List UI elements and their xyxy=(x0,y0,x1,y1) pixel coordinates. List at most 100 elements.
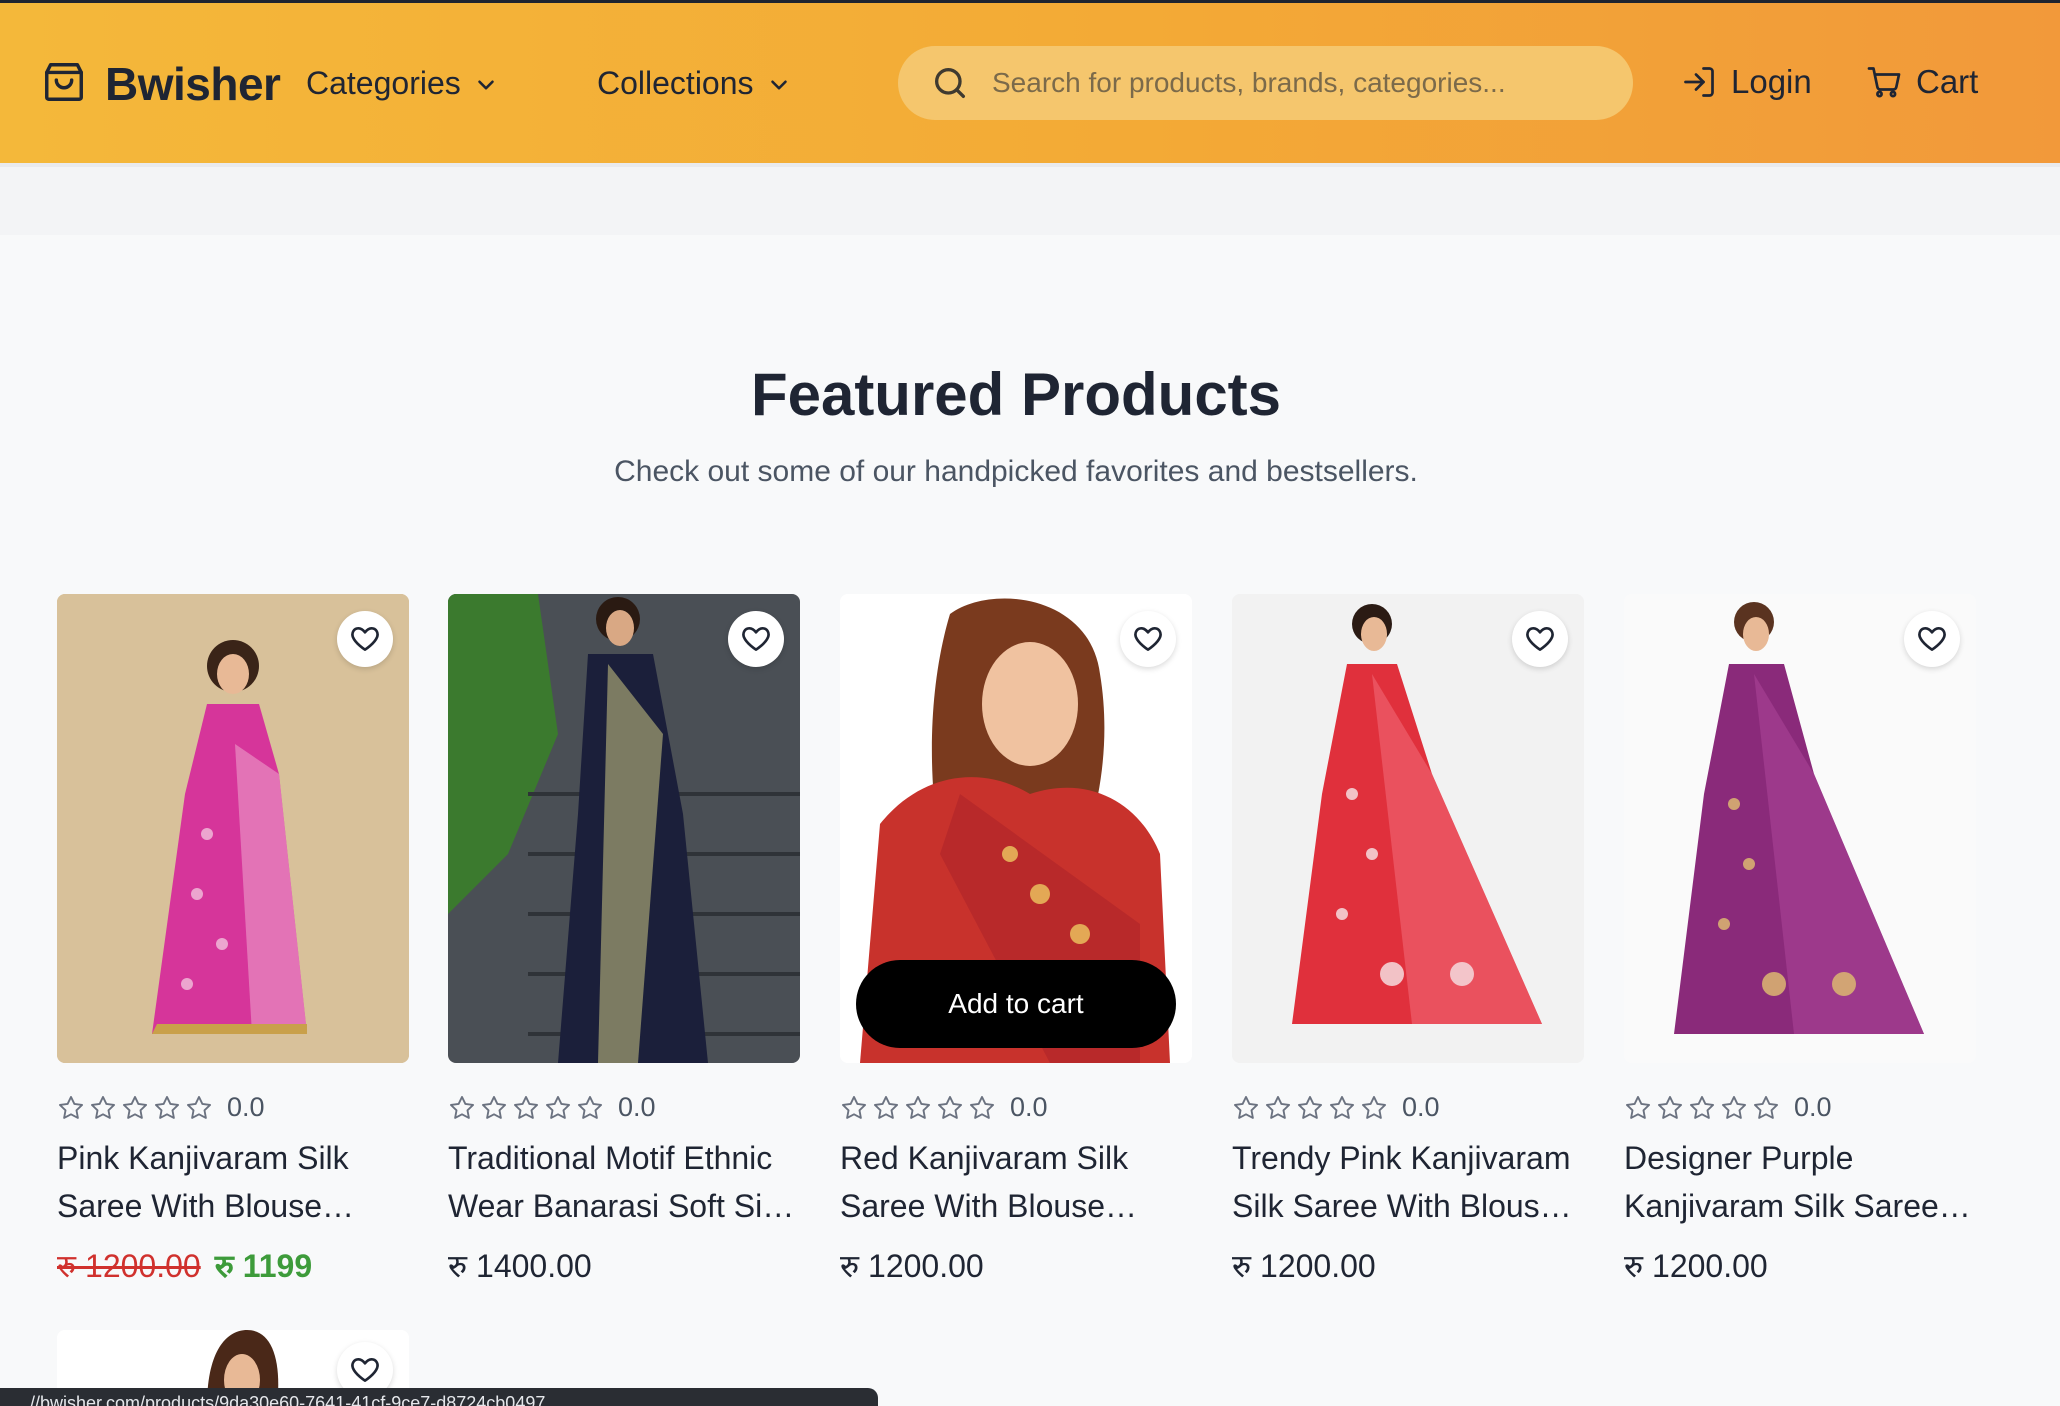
heart-icon xyxy=(1526,627,1554,651)
product-image[interactable] xyxy=(448,594,800,1063)
star-icon xyxy=(969,1095,995,1119)
banner-placeholder xyxy=(0,163,2060,235)
star-icon xyxy=(186,1095,212,1119)
product-image[interactable] xyxy=(1624,594,1976,1063)
product-title-line1: Pink Kanjivaram Silk xyxy=(57,1140,349,1176)
add-to-cart-button[interactable]: Add to cart xyxy=(856,960,1176,1048)
star-icon xyxy=(905,1095,931,1119)
login-icon xyxy=(1684,67,1714,97)
nav-collections-label: Collections xyxy=(597,65,754,101)
product-image[interactable] xyxy=(57,594,409,1063)
sale-price: रु 1199 xyxy=(214,1248,313,1284)
featured-subtitle: Check out some of our handpicked favorit… xyxy=(614,455,1418,488)
star-icon xyxy=(481,1095,507,1119)
product-card[interactable]: Add to cart 0.0 Red Kanjivaram Silk Sare… xyxy=(840,594,1192,1284)
login-label: Login xyxy=(1731,63,1812,100)
star-icon xyxy=(449,1095,475,1119)
product-image[interactable] xyxy=(1232,594,1584,1063)
star-icon xyxy=(154,1095,180,1119)
rating-value: 0.0 xyxy=(1794,1092,1832,1122)
product-card[interactable]: 0.0 Pink Kanjivaram Silk Saree With Blou… xyxy=(57,594,409,1284)
product-price: रु 1200.00 xyxy=(840,1248,984,1284)
star-rating: 0.0 xyxy=(840,1092,1048,1123)
nav-collections[interactable]: Collections xyxy=(597,65,792,102)
star-icon xyxy=(513,1095,539,1119)
star-icon xyxy=(1297,1095,1323,1119)
nav-categories[interactable]: Categories xyxy=(306,65,499,102)
nav-categories-label: Categories xyxy=(306,65,461,101)
product-image[interactable]: Add to cart xyxy=(840,594,1192,1063)
product-title-line2: Silk Saree With Blous… xyxy=(1232,1188,1572,1224)
site-header: Bwisher Categories Collections Login Car… xyxy=(0,3,2060,163)
star-icon xyxy=(1233,1095,1259,1119)
featured-title: Featured Products xyxy=(750,361,1282,428)
product-price: रु 1200.00 रु 1199 xyxy=(57,1244,312,1287)
star-icon xyxy=(1753,1095,1779,1119)
product-title-line1: Trendy Pink Kanjivaram xyxy=(1232,1140,1571,1176)
wishlist-button[interactable] xyxy=(728,611,784,667)
product-title-line1: Traditional Motif Ethnic xyxy=(448,1140,773,1176)
star-icon xyxy=(1689,1095,1715,1119)
star-icon xyxy=(1721,1095,1747,1119)
original-price: रु 1200.00 xyxy=(57,1248,201,1284)
brand-name[interactable]: Bwisher xyxy=(105,57,281,111)
wishlist-button[interactable] xyxy=(337,611,393,667)
search-icon xyxy=(935,68,965,99)
wishlist-button[interactable] xyxy=(1120,611,1176,667)
product-card[interactable]: 0.0 Trendy Pink Kanjivaram Silk Saree Wi… xyxy=(1232,594,1584,1284)
chevron-down-icon xyxy=(770,79,787,90)
rating-value: 0.0 xyxy=(1402,1092,1440,1122)
star-icon xyxy=(122,1095,148,1119)
star-rating: 0.0 xyxy=(448,1092,656,1123)
product-price: रु 1200.00 xyxy=(1624,1248,1768,1284)
heart-icon xyxy=(1134,627,1162,651)
search-input[interactable] xyxy=(992,67,1592,99)
shopping-bag-icon[interactable] xyxy=(41,58,87,106)
heart-icon xyxy=(351,1358,379,1382)
product-title-line2: Wear Banarasi Soft Si… xyxy=(448,1188,795,1224)
product-title[interactable]: Designer Purple Kanjivaram Silk Saree… xyxy=(1624,1134,1976,1230)
product-title-line1: Red Kanjivaram Silk xyxy=(840,1140,1129,1176)
wishlist-button[interactable] xyxy=(1904,611,1960,667)
star-icon xyxy=(577,1095,603,1119)
product-title[interactable]: Pink Kanjivaram Silk Saree With Blouse… xyxy=(57,1134,409,1230)
product-title[interactable]: Red Kanjivaram Silk Saree With Blouse… xyxy=(840,1134,1192,1230)
star-icon xyxy=(1265,1095,1291,1119)
star-icon xyxy=(90,1095,116,1119)
heart-icon xyxy=(351,627,379,651)
rating-value: 0.0 xyxy=(1010,1092,1048,1122)
star-icon xyxy=(58,1095,84,1119)
wishlist-button[interactable] xyxy=(1512,611,1568,667)
cart-icon xyxy=(1867,67,1901,98)
chevron-down-icon xyxy=(477,79,494,90)
product-price: रु 1400.00 xyxy=(448,1248,592,1284)
product-title-line2: Kanjivaram Silk Saree… xyxy=(1624,1188,1971,1224)
login-button[interactable]: Login xyxy=(1681,63,1812,101)
star-icon xyxy=(1657,1095,1683,1119)
product-price: रु 1200.00 xyxy=(1232,1248,1376,1284)
star-icon xyxy=(1625,1095,1651,1119)
link-status-bar: //bwisher.com/products/9da30e60-7641-41c… xyxy=(0,1388,878,1406)
product-title-line1: Designer Purple xyxy=(1624,1140,1854,1176)
cart-button[interactable]: Cart xyxy=(1866,63,1978,101)
star-rating: 0.0 xyxy=(1624,1092,1832,1123)
star-icon xyxy=(545,1095,571,1119)
star-icon xyxy=(937,1095,963,1119)
star-icon xyxy=(873,1095,899,1119)
product-card[interactable]: 0.0 Traditional Motif Ethnic Wear Banara… xyxy=(448,594,800,1284)
star-icon xyxy=(841,1095,867,1119)
search-bar[interactable] xyxy=(898,46,1633,120)
product-title[interactable]: Trendy Pink Kanjivaram Silk Saree With B… xyxy=(1232,1134,1584,1230)
star-icon xyxy=(1329,1095,1355,1119)
rating-value: 0.0 xyxy=(618,1092,656,1122)
star-icon xyxy=(1361,1095,1387,1119)
rating-value: 0.0 xyxy=(227,1092,265,1122)
star-rating: 0.0 xyxy=(57,1092,265,1123)
product-title-line2: Saree With Blouse… xyxy=(840,1188,1138,1224)
product-title-line2: Saree With Blouse… xyxy=(57,1188,355,1224)
product-card[interactable]: 0.0 Designer Purple Kanjivaram Silk Sare… xyxy=(1624,594,1976,1284)
product-title[interactable]: Traditional Motif Ethnic Wear Banarasi S… xyxy=(448,1134,800,1230)
heart-icon xyxy=(1918,627,1946,651)
star-rating: 0.0 xyxy=(1232,1092,1440,1123)
cart-label: Cart xyxy=(1916,63,1979,100)
